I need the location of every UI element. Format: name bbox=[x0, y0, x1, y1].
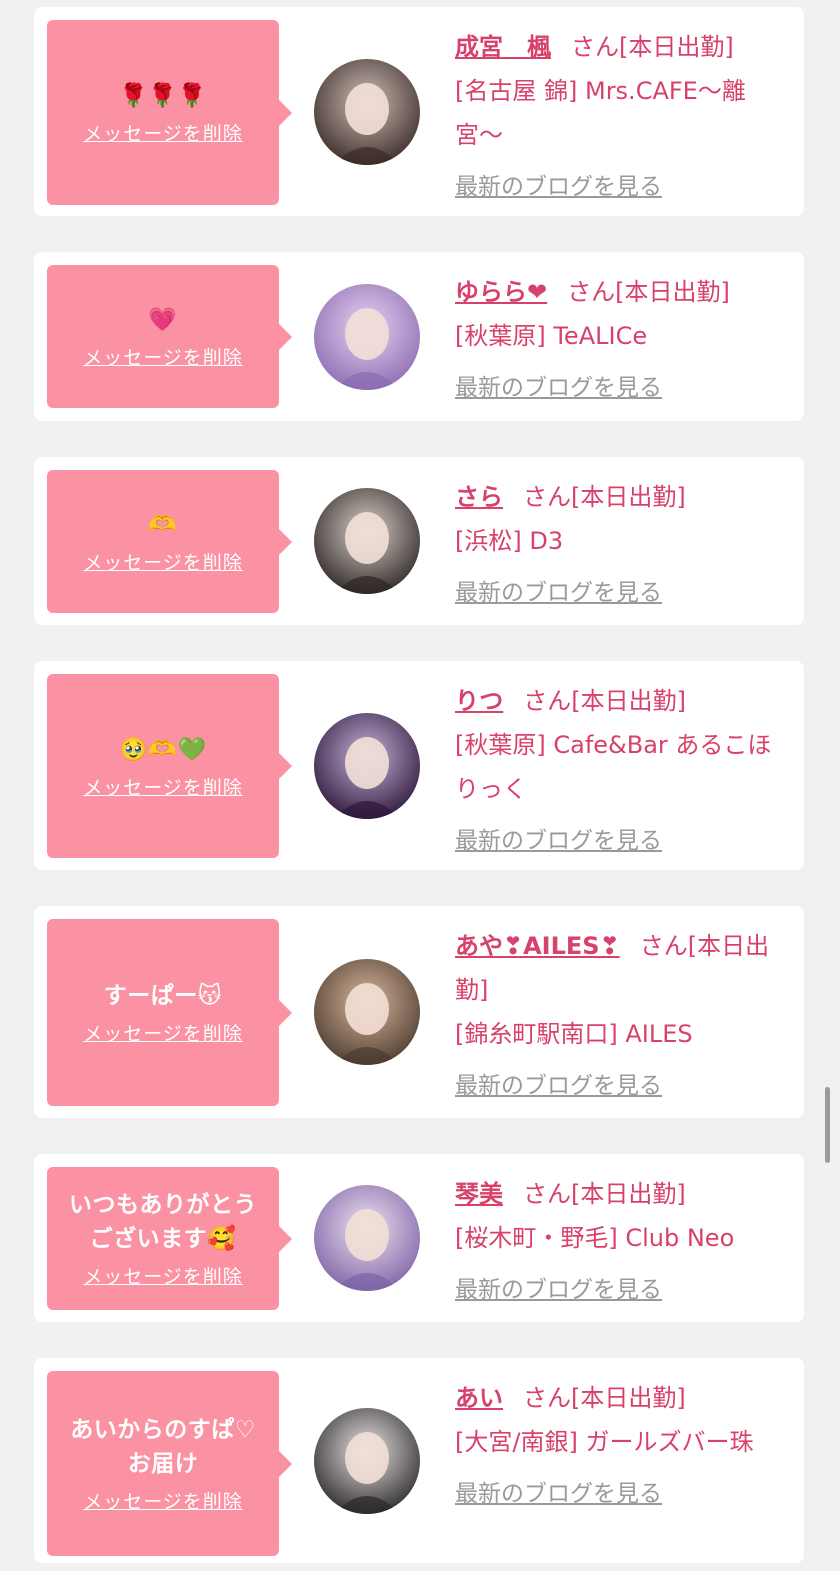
cast-status: さん[本日出勤] bbox=[523, 1180, 686, 1208]
latest-blog-link[interactable]: 最新のブログを見る bbox=[455, 366, 790, 410]
latest-blog-link[interactable]: 最新のブログを見る bbox=[455, 1472, 790, 1516]
avatar[interactable] bbox=[314, 488, 420, 594]
cast-name-link[interactable]: さら bbox=[455, 483, 503, 511]
shop-name: [錦糸町駅南口] AILES bbox=[455, 1020, 693, 1048]
latest-blog-link[interactable]: 最新のブログを見る bbox=[455, 1064, 790, 1108]
delete-message-link[interactable]: メッセージを削除 bbox=[83, 343, 243, 370]
cast-name-link[interactable]: あや❣AILES❣ bbox=[455, 932, 620, 960]
message-card: 💗 メッセージを削除 ゆらら❤ さん[本日出勤] [秋葉原] TeALICe 最新… bbox=[34, 252, 804, 421]
message-card: 🌹🌹🌹 メッセージを削除 成宮 楓さん[本日出勤] [名古屋 錦] Mrs.CA… bbox=[34, 7, 804, 216]
shop-name: [桜木町・野毛] Club Neo bbox=[455, 1224, 735, 1252]
message-text: いつもありがとう ございます🥰 bbox=[69, 1192, 257, 1252]
shop-name: [秋葉原] TeALICe bbox=[455, 322, 648, 350]
shop-name: [浜松] D3 bbox=[455, 527, 564, 555]
delete-message-link[interactable]: メッセージを削除 bbox=[83, 548, 243, 575]
latest-blog-link[interactable]: 最新のブログを見る bbox=[455, 165, 790, 209]
avatar[interactable] bbox=[314, 713, 420, 819]
message-text: 🌹🌹🌹 bbox=[119, 83, 207, 109]
message-bubble: すーぱー😽 メッセージを削除 bbox=[47, 919, 292, 1106]
message-text: 🥹🫶💚 bbox=[119, 736, 207, 763]
cast-name-link[interactable]: りつ bbox=[455, 687, 503, 715]
latest-blog-link[interactable]: 最新のブログを見る bbox=[455, 819, 790, 863]
cast-info: 琴美 さん[本日出勤] [桜木町・野毛] Club Neo 最新のブログを見る bbox=[455, 1172, 790, 1312]
cast-status: さん[本日出勤] bbox=[571, 33, 734, 61]
message-card: 🥹🫶💚 メッセージを削除 りつ さん[本日出勤] [秋葉原] Cafe&Bar あ… bbox=[34, 661, 804, 870]
message-card: あいからのすぱ♡ お届け メッセージを削除 あい さん[本日出勤] [大宮/南銀]… bbox=[34, 1358, 804, 1563]
delete-message-link[interactable]: メッセージを削除 bbox=[83, 773, 243, 800]
cast-info: あや❣AILES❣ さん[本日出勤] [錦糸町駅南口] AILES 最新のブログを… bbox=[455, 924, 790, 1108]
cast-name-link[interactable]: 成宮 楓 bbox=[455, 33, 551, 61]
latest-blog-link[interactable]: 最新のブログを見る bbox=[455, 571, 790, 615]
message-text: 🫶 bbox=[148, 512, 178, 538]
avatar[interactable] bbox=[314, 1185, 420, 1291]
message-text: すーぱー😽 bbox=[103, 983, 223, 1009]
cast-status: さん[本日出勤] bbox=[523, 687, 686, 715]
message-card: いつもありがとう ございます🥰 メッセージを削除 琴美 さん[本日出勤] [桜木町… bbox=[34, 1154, 804, 1322]
cast-info: 成宮 楓さん[本日出勤] [名古屋 錦] Mrs.CAFE〜離宮〜 最新のブログ… bbox=[455, 25, 790, 209]
avatar[interactable] bbox=[314, 1408, 420, 1514]
shop-name: [大宮/南銀] ガールズバー珠 bbox=[455, 1428, 754, 1456]
message-bubble: 🥹🫶💚 メッセージを削除 bbox=[47, 674, 292, 858]
message-bubble: 🫶 メッセージを削除 bbox=[47, 470, 292, 613]
cast-info: さら さん[本日出勤] [浜松] D3 最新のブログを見る bbox=[455, 475, 790, 615]
shop-name: [名古屋 錦] Mrs.CAFE〜離宮〜 bbox=[455, 77, 746, 149]
cast-name-link[interactable]: ゆらら❤ bbox=[455, 278, 547, 306]
cast-status: さん[本日出勤] bbox=[523, 1384, 686, 1412]
message-card: すーぱー😽 メッセージを削除 あや❣AILES❣ さん[本日出勤] [錦糸町駅南口… bbox=[34, 906, 804, 1118]
message-text: あいからのすぱ♡ お届け bbox=[70, 1417, 256, 1477]
message-text: 💗 bbox=[148, 307, 178, 333]
message-bubble: いつもありがとう ございます🥰 メッセージを削除 bbox=[47, 1167, 292, 1310]
delete-message-link[interactable]: メッセージを削除 bbox=[83, 1019, 243, 1046]
message-bubble: 💗 メッセージを削除 bbox=[47, 265, 292, 408]
cast-info: りつ さん[本日出勤] [秋葉原] Cafe&Bar あるこほりっく 最新のブログ… bbox=[455, 679, 790, 863]
delete-message-link[interactable]: メッセージを削除 bbox=[83, 119, 243, 146]
cast-name-link[interactable]: 琴美 bbox=[455, 1180, 503, 1208]
cast-info: ゆらら❤ さん[本日出勤] [秋葉原] TeALICe 最新のブログを見る bbox=[455, 270, 790, 410]
avatar[interactable] bbox=[314, 59, 420, 165]
message-bubble: 🌹🌹🌹 メッセージを削除 bbox=[47, 20, 292, 205]
avatar[interactable] bbox=[314, 284, 420, 390]
delete-message-link[interactable]: メッセージを削除 bbox=[83, 1262, 243, 1289]
avatar[interactable] bbox=[314, 959, 420, 1065]
latest-blog-link[interactable]: 最新のブログを見る bbox=[455, 1268, 790, 1312]
cast-info: あい さん[本日出勤] [大宮/南銀] ガールズバー珠 最新のブログを見る bbox=[455, 1376, 790, 1516]
delete-message-link[interactable]: メッセージを削除 bbox=[83, 1487, 243, 1514]
message-card: 🫶 メッセージを削除 さら さん[本日出勤] [浜松] D3 最新のブログを見る bbox=[34, 457, 804, 625]
cast-status: さん[本日出勤] bbox=[523, 483, 686, 511]
shop-name: [秋葉原] Cafe&Bar あるこほりっく bbox=[455, 731, 772, 803]
cast-name-link[interactable]: あい bbox=[455, 1384, 503, 1412]
scrollbar[interactable] bbox=[825, 1087, 830, 1163]
cast-status: さん[本日出勤] bbox=[567, 278, 730, 306]
message-bubble: あいからのすぱ♡ お届け メッセージを削除 bbox=[47, 1371, 292, 1556]
